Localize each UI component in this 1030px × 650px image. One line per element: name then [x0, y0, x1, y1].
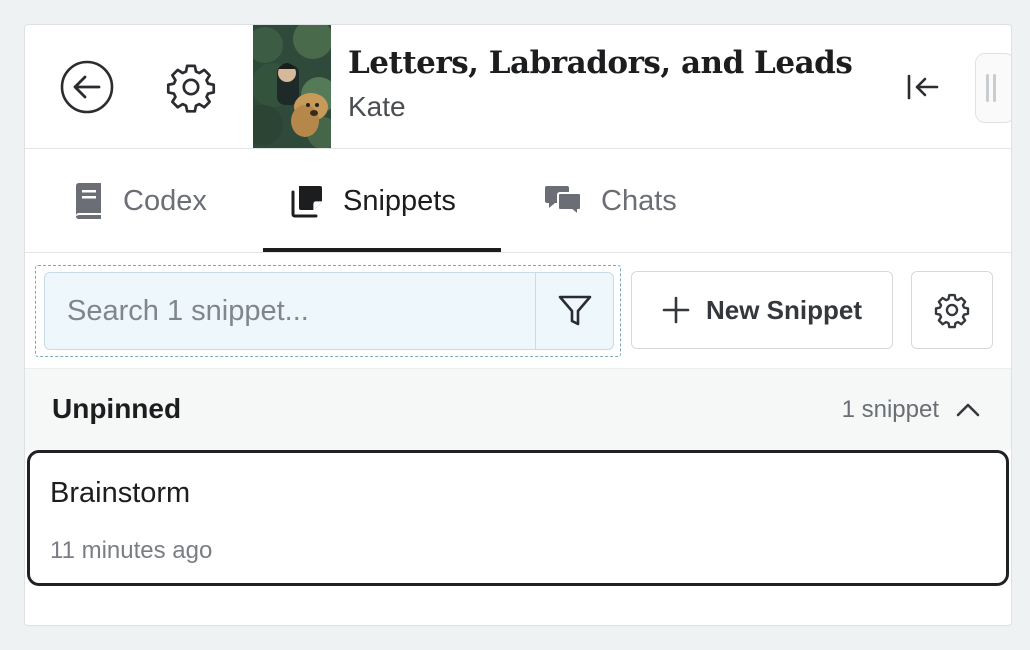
- tab-snippets[interactable]: Snippets: [289, 149, 456, 253]
- snippet-timestamp: 11 minutes ago: [50, 537, 213, 564]
- panel-tabs: Codex Snippets Chats: [25, 149, 1011, 253]
- section-title: Unpinned: [52, 393, 182, 424]
- snippet-card[interactable]: Brainstorm 11 minutes ago: [27, 450, 1009, 586]
- book-title: Letters, Labradors, and Leads: [348, 45, 853, 81]
- chat-bubbles-icon: [545, 186, 582, 218]
- chevron-up-icon: [956, 403, 980, 417]
- section-count: 1 snippet: [841, 396, 939, 423]
- search-box: [44, 272, 614, 350]
- new-snippet-button[interactable]: New Snippet: [631, 271, 893, 349]
- plus-icon: [662, 296, 690, 324]
- snippets-icon: [291, 186, 322, 218]
- grip-icon: [986, 74, 989, 102]
- gear-icon: [166, 64, 216, 113]
- gear-icon: [934, 293, 970, 329]
- book-icon: [76, 183, 101, 219]
- tab-chats[interactable]: Chats: [543, 149, 677, 253]
- new-snippet-label: New Snippet: [705, 294, 862, 325]
- collapse-left-icon: [907, 74, 939, 100]
- tab-snippets-label: Snippets: [343, 184, 456, 217]
- active-tab-indicator: [263, 248, 501, 252]
- search-focus-ring: [35, 265, 621, 357]
- back-button[interactable]: [59, 59, 115, 115]
- tab-chats-label: Chats: [601, 184, 677, 217]
- book-author: Kate: [348, 91, 406, 122]
- tab-codex-label: Codex: [123, 184, 207, 217]
- filter-button[interactable]: [535, 273, 613, 349]
- unpinned-section-header[interactable]: Unpinned 1 snippet: [25, 368, 1011, 450]
- arrow-left-circle-icon: [60, 60, 114, 114]
- filter-icon: [558, 295, 591, 326]
- search-input[interactable]: [45, 273, 535, 349]
- resize-handle[interactable]: [975, 53, 1011, 123]
- snippet-settings-button[interactable]: [911, 271, 993, 349]
- book-header: Letters, Labradors, and Leads Kate: [25, 25, 1011, 149]
- book-cover-image[interactable]: [253, 25, 331, 148]
- snippets-panel: Letters, Labradors, and Leads Kate Codex: [24, 24, 1012, 626]
- collapse-section-button[interactable]: [951, 393, 985, 427]
- collapse-panel-button[interactable]: [897, 63, 949, 111]
- tab-codex[interactable]: Codex: [71, 149, 207, 253]
- settings-button[interactable]: [163, 59, 219, 115]
- snippet-title: Brainstorm: [50, 477, 191, 509]
